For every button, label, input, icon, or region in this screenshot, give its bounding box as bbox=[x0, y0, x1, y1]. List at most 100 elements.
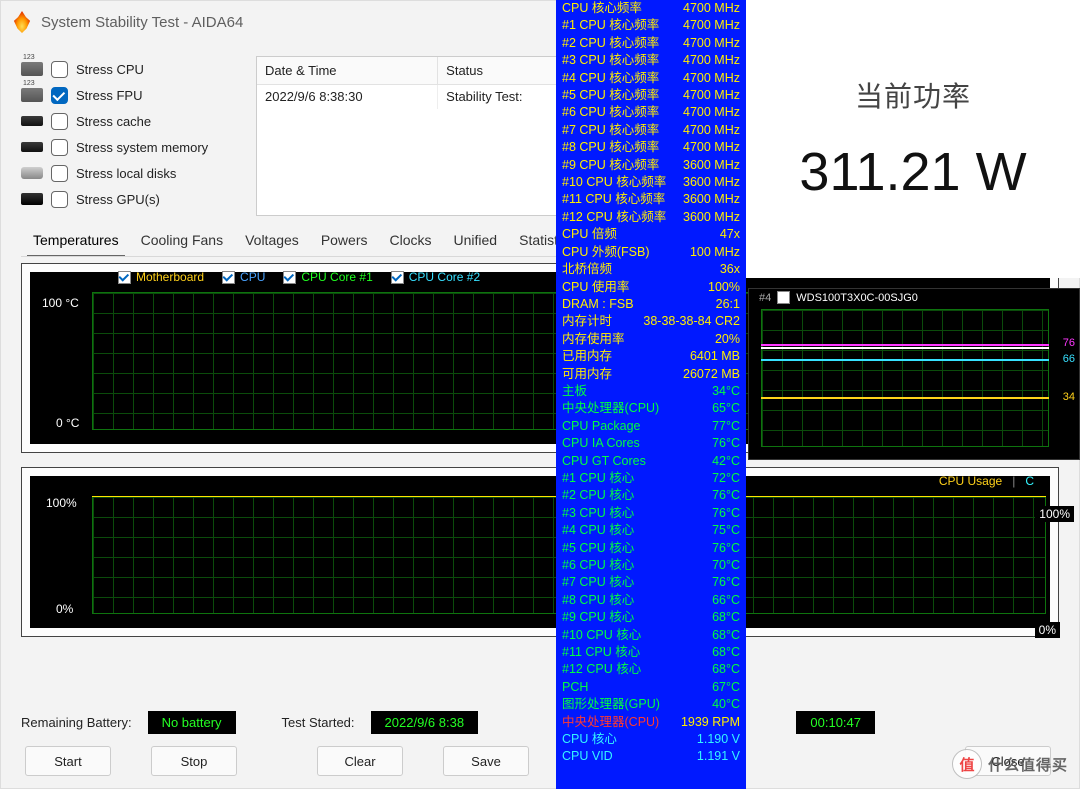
usage-legend-frag[interactable]: C bbox=[1025, 474, 1034, 488]
usage-legend-cpu[interactable]: CPU Usage bbox=[939, 474, 1002, 488]
battery-value: No battery bbox=[148, 711, 236, 734]
stop-button[interactable]: Stop bbox=[151, 746, 237, 776]
window-title: System Stability Test - AIDA64 bbox=[41, 14, 243, 31]
col-status[interactable]: Status bbox=[438, 57, 565, 85]
monitor-label: #6 CPU 核心 bbox=[562, 557, 634, 574]
monitor-label: 可用内存 bbox=[562, 366, 612, 383]
monitor-label: 内存使用率 bbox=[562, 331, 625, 348]
monitor-label: #11 CPU 核心频率 bbox=[562, 191, 665, 208]
monitor-label: #10 CPU 核心 bbox=[562, 627, 641, 644]
monitor-value: 34°C bbox=[712, 383, 740, 400]
tab-temperatures[interactable]: Temperatures bbox=[23, 226, 129, 256]
monitor-row-15: 北桥倍频 36x bbox=[556, 261, 746, 278]
log-table: Date & Time Status 2022/9/6 8:38:30 Stab… bbox=[256, 56, 566, 216]
stress-label: Stress FPU bbox=[76, 88, 142, 103]
stress-item-3[interactable]: Stress system memory bbox=[21, 134, 246, 160]
monitor-label: #3 CPU 核心频率 bbox=[562, 52, 659, 69]
monitor-label: CPU 倍频 bbox=[562, 226, 617, 243]
legend-checkbox[interactable] bbox=[222, 271, 235, 284]
monitor-row-5: #5 CPU 核心频率 4700 MHz bbox=[556, 87, 746, 104]
monitor-row-32: #6 CPU 核心 70°C bbox=[556, 557, 746, 574]
log-row[interactable]: 2022/9/6 8:38:30 Stability Test: bbox=[257, 85, 565, 109]
monitor-value: 3600 MHz bbox=[683, 174, 740, 191]
monitor-label: CPU GT Cores bbox=[562, 453, 646, 470]
monitor-row-7: #7 CPU 核心频率 4700 MHz bbox=[556, 122, 746, 139]
monitor-label: #4 CPU 核心频率 bbox=[562, 70, 659, 87]
monitor-label: 中央处理器(CPU) bbox=[562, 400, 659, 417]
mini-device[interactable]: WDS100T3X0C-00SJG0 bbox=[796, 292, 918, 304]
monitor-value: 3600 MHz bbox=[683, 191, 740, 208]
button-row-left: Start Stop Clear Save bbox=[25, 746, 529, 776]
tab-clocks[interactable]: Clocks bbox=[380, 226, 442, 256]
monitor-label: #2 CPU 核心 bbox=[562, 487, 634, 504]
monitor-row-37: #11 CPU 核心 68°C bbox=[556, 644, 746, 661]
monitor-label: #5 CPU 核心 bbox=[562, 540, 634, 557]
stress-item-2[interactable]: Stress cache bbox=[21, 108, 246, 134]
stress-item-0[interactable]: Stress CPU bbox=[21, 56, 246, 82]
stress-item-1[interactable]: Stress FPU bbox=[21, 82, 246, 108]
temp-y-bot: 0 °C bbox=[56, 416, 79, 430]
monitor-value: 4700 MHz bbox=[683, 122, 740, 139]
legend-cpu[interactable]: CPU bbox=[222, 270, 265, 284]
monitor-label: PCH bbox=[562, 679, 588, 696]
legend-motherboard[interactable]: Motherboard bbox=[118, 270, 204, 284]
monitor-value: 40°C bbox=[712, 696, 740, 713]
monitor-row-34: #8 CPU 核心 66°C bbox=[556, 592, 746, 609]
legend-sep: | bbox=[1012, 474, 1015, 488]
monitor-row-9: #9 CPU 核心频率 3600 MHz bbox=[556, 157, 746, 174]
stress-options: Stress CPU Stress FPU Stress cache Stres… bbox=[21, 56, 246, 216]
legend-checkbox[interactable] bbox=[118, 271, 131, 284]
checkbox[interactable] bbox=[51, 139, 68, 156]
monitor-row-31: #5 CPU 核心 76°C bbox=[556, 540, 746, 557]
checkbox[interactable] bbox=[51, 165, 68, 182]
clear-button[interactable]: Clear bbox=[317, 746, 403, 776]
monitor-label: #7 CPU 核心 bbox=[562, 574, 634, 591]
monitor-value: 4700 MHz bbox=[683, 139, 740, 156]
start-button[interactable]: Start bbox=[25, 746, 111, 776]
stress-label: Stress cache bbox=[76, 114, 151, 129]
mini-checkbox[interactable] bbox=[777, 291, 790, 304]
monitor-label: #6 CPU 核心频率 bbox=[562, 104, 659, 121]
stress-item-4[interactable]: Stress local disks bbox=[21, 160, 246, 186]
mini-grid bbox=[761, 309, 1049, 447]
legend-checkbox[interactable] bbox=[283, 271, 296, 284]
monitor-value: 3600 MHz bbox=[683, 157, 740, 174]
legend-cpu-core-1[interactable]: CPU Core #1 bbox=[283, 270, 372, 284]
device-icon bbox=[21, 193, 43, 205]
legend-label: CPU bbox=[240, 270, 265, 284]
monitor-value: 26:1 bbox=[716, 296, 740, 313]
save-button[interactable]: Save bbox=[443, 746, 529, 776]
monitor-row-36: #10 CPU 核心 68°C bbox=[556, 627, 746, 644]
device-icon bbox=[21, 167, 43, 179]
monitor-label: #8 CPU 核心频率 bbox=[562, 139, 659, 156]
stress-item-5[interactable]: Stress GPU(s) bbox=[21, 186, 246, 212]
monitor-value: 72°C bbox=[712, 470, 740, 487]
usage-right-0: 0% bbox=[1035, 622, 1060, 638]
monitor-row-0: CPU 核心频率 4700 MHz bbox=[556, 0, 746, 17]
log-header: Date & Time Status bbox=[257, 57, 565, 85]
checkbox[interactable] bbox=[51, 61, 68, 78]
legend-cpu-core-2[interactable]: CPU Core #2 bbox=[391, 270, 480, 284]
monitor-value: 20% bbox=[715, 331, 740, 348]
started-value: 2022/9/6 8:38 bbox=[371, 711, 479, 734]
monitor-value: 1.191 V bbox=[697, 748, 740, 765]
monitor-value: 6401 MB bbox=[690, 348, 740, 365]
hardware-monitor-overlay: CPU 核心频率 4700 MHz#1 CPU 核心频率 4700 MHz#2 … bbox=[556, 0, 746, 789]
monitor-row-4: #4 CPU 核心频率 4700 MHz bbox=[556, 70, 746, 87]
power-title: 当前功率 bbox=[855, 75, 971, 115]
watermark-icon: 值 bbox=[952, 749, 982, 779]
monitor-value: 68°C bbox=[712, 627, 740, 644]
tab-unified[interactable]: Unified bbox=[444, 226, 508, 256]
monitor-row-30: #4 CPU 核心 75°C bbox=[556, 522, 746, 539]
monitor-value: 3600 MHz bbox=[683, 209, 740, 226]
tab-powers[interactable]: Powers bbox=[311, 226, 378, 256]
checkbox[interactable] bbox=[51, 191, 68, 208]
monitor-label: #9 CPU 核心频率 bbox=[562, 157, 659, 174]
col-date[interactable]: Date & Time bbox=[257, 57, 438, 85]
checkbox[interactable] bbox=[51, 113, 68, 130]
checkbox[interactable] bbox=[51, 87, 68, 104]
tab-cooling-fans[interactable]: Cooling Fans bbox=[131, 226, 234, 256]
tab-voltages[interactable]: Voltages bbox=[235, 226, 309, 256]
legend-checkbox[interactable] bbox=[391, 271, 404, 284]
power-panel: 当前功率 311.21 W bbox=[746, 0, 1080, 278]
